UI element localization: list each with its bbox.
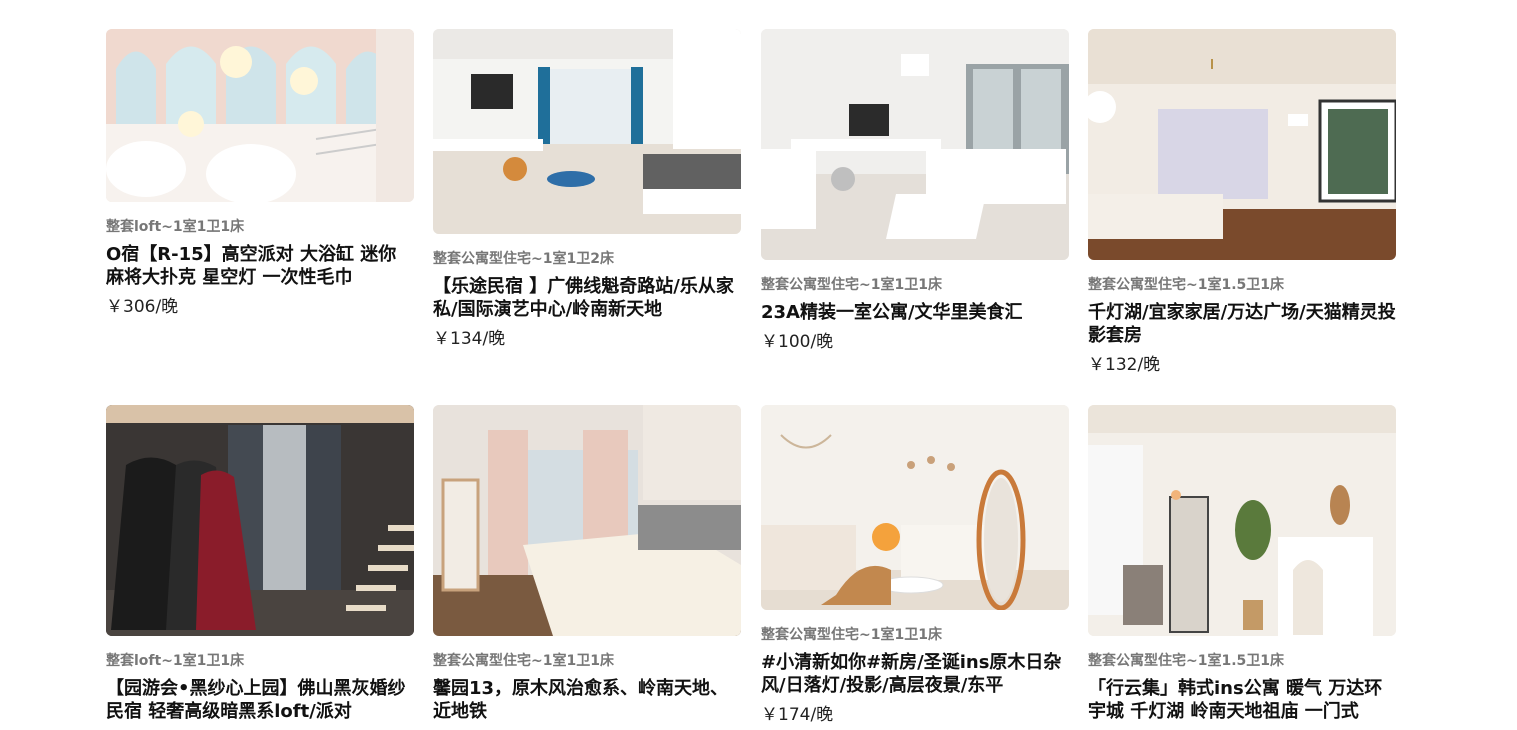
listing-card-5[interactable]: 整套loft~1室1卫1床 【园游会•黑纱心上园】佛山黑灰婚纱民宿 轻奢高级暗黑…	[106, 405, 414, 730]
listing-title[interactable]: 馨园13，原木风治愈系、岭南天地、近地铁	[433, 677, 741, 723]
listing-photo[interactable]	[433, 405, 741, 636]
listing-photo[interactable]	[106, 405, 414, 636]
listing-type: 整套公寓型住宅~1室1卫1床	[761, 277, 942, 293]
listing-price: ￥306/晚	[106, 297, 179, 317]
listing-title[interactable]: 「行云集」韩式ins公寓 暖气 万达环宇城 千灯湖 岭南天地祖庙 一门式	[1088, 677, 1396, 723]
listing-card-1[interactable]: 整套loft~1室1卫1床 O宿【R-15】高空派对 大浴缸 迷你麻将大扑克 星…	[106, 29, 414, 318]
listing-title[interactable]: 千灯湖/宜家家居/万达广场/天猫精灵投影套房	[1088, 301, 1396, 347]
listing-title[interactable]: O宿【R-15】高空派对 大浴缸 迷你麻将大扑克 星空灯 一次性毛巾	[106, 243, 414, 289]
listing-price: ￥174/晚	[761, 705, 834, 725]
listing-card-8[interactable]: 整套公寓型住宅~1室1.5卫1床 「行云集」韩式ins公寓 暖气 万达环宇城 千…	[1088, 405, 1396, 730]
listing-card-3[interactable]: 整套公寓型住宅~1室1卫1床 23A精装一室公寓/文华里美食汇 ￥100/晚	[761, 29, 1069, 353]
listing-type: 整套公寓型住宅~1室1卫2床	[433, 251, 614, 267]
listing-price: ￥134/晚	[433, 329, 506, 349]
listing-photo[interactable]	[1088, 405, 1396, 636]
listing-card-4[interactable]: 整套公寓型住宅~1室1.5卫1床 千灯湖/宜家家居/万达广场/天猫精灵投影套房 …	[1088, 29, 1396, 376]
listing-card-7[interactable]: 整套公寓型住宅~1室1卫1床 #小清新如你#新房/圣诞ins原木日杂风/日落灯/…	[761, 405, 1069, 726]
listing-type: 整套loft~1室1卫1床	[106, 219, 245, 235]
listing-price: ￥132/晚	[1088, 355, 1161, 375]
listing-photo[interactable]	[106, 29, 414, 202]
listing-photo[interactable]	[1088, 29, 1396, 260]
listing-title[interactable]: 23A精装一室公寓/文华里美食汇	[761, 301, 1069, 324]
listing-title[interactable]: 【园游会•黑纱心上园】佛山黑灰婚纱民宿 轻奢高级暗黑系loft/派对	[106, 677, 414, 723]
listing-photo[interactable]	[433, 29, 741, 234]
listing-photo[interactable]	[761, 405, 1069, 610]
listing-title[interactable]: #小清新如你#新房/圣诞ins原木日杂风/日落灯/投影/高层夜景/东平	[761, 651, 1069, 697]
listing-type: 整套公寓型住宅~1室1.5卫1床	[1088, 653, 1285, 669]
listing-type: 整套loft~1室1卫1床	[106, 653, 245, 669]
listing-type: 整套公寓型住宅~1室1卫1床	[761, 627, 942, 643]
listing-price: ￥100/晚	[761, 332, 834, 352]
listing-card-2[interactable]: 整套公寓型住宅~1室1卫2床 【乐途民宿 】广佛线魁奇路站/乐从家私/国际演艺中…	[433, 29, 741, 350]
listing-photo[interactable]	[761, 29, 1069, 260]
listing-title[interactable]: 【乐途民宿 】广佛线魁奇路站/乐从家私/国际演艺中心/岭南新天地	[433, 275, 741, 321]
listing-type: 整套公寓型住宅~1室1.5卫1床	[1088, 277, 1285, 293]
listing-type: 整套公寓型住宅~1室1卫1床	[433, 653, 614, 669]
listing-card-6[interactable]: 整套公寓型住宅~1室1卫1床 馨园13，原木风治愈系、岭南天地、近地铁	[433, 405, 741, 730]
